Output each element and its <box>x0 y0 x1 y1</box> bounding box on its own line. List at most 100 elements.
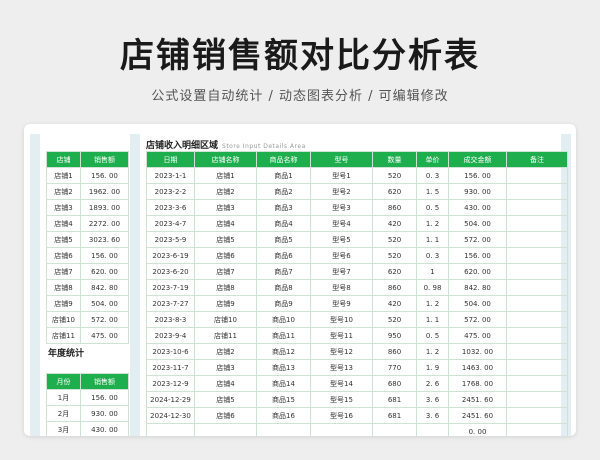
income-detail-cell[interactable] <box>506 407 568 424</box>
store-sales-cell[interactable]: 2272. 00 <box>80 215 129 232</box>
income-detail-cell[interactable]: 型号9 <box>310 295 373 312</box>
income-detail-cell[interactable]: 1. 2 <box>416 343 449 360</box>
store-sales-cell[interactable]: 店铺4 <box>46 215 81 232</box>
income-detail-cell[interactable]: 3. 6 <box>416 391 449 408</box>
monthly-sales-cell[interactable]: 1月 <box>46 389 81 406</box>
income-detail-cell[interactable]: 店铺4 <box>194 375 257 392</box>
store-sales-cell[interactable]: 店铺6 <box>46 247 81 264</box>
monthly-sales-cell[interactable]: 2月 <box>46 405 81 422</box>
income-detail-cell[interactable]: 504. 00 <box>448 295 507 312</box>
income-detail-cell[interactable]: 770 <box>372 359 417 376</box>
income-detail-cell[interactable]: 1. 5 <box>416 183 449 200</box>
income-detail-cell[interactable] <box>506 263 568 280</box>
income-detail-cell[interactable]: 0. 3 <box>416 167 449 184</box>
income-detail-cell[interactable] <box>194 423 257 436</box>
income-detail-cell[interactable]: 520 <box>372 167 417 184</box>
income-detail-cell[interactable]: 1. 1 <box>416 231 449 248</box>
income-detail-cell[interactable]: 156. 00 <box>448 247 507 264</box>
income-detail-cell[interactable] <box>506 359 568 376</box>
income-detail-cell[interactable]: 商品3 <box>256 199 311 216</box>
income-detail-cell[interactable] <box>506 247 568 264</box>
income-detail-cell[interactable]: 1. 9 <box>416 359 449 376</box>
income-detail-cell[interactable]: 店铺4 <box>194 215 257 232</box>
income-detail-cell[interactable]: 商品12 <box>256 343 311 360</box>
income-detail-cell[interactable]: 860 <box>372 279 417 296</box>
store-sales-cell[interactable]: 店铺8 <box>46 279 81 296</box>
income-detail-cell[interactable]: 商品14 <box>256 375 311 392</box>
income-detail-cell[interactable]: 店铺7 <box>194 263 257 280</box>
income-detail-cell[interactable]: 2. 6 <box>416 375 449 392</box>
income-detail-cell[interactable]: 2451. 60 <box>448 407 507 424</box>
income-detail-cell[interactable]: 2023-7-27 <box>146 295 195 312</box>
income-detail-cell[interactable] <box>506 311 568 328</box>
store-sales-cell[interactable]: 504. 00 <box>80 295 129 312</box>
income-detail-cell[interactable]: 572. 00 <box>448 311 507 328</box>
income-detail-cell[interactable]: 1032. 00 <box>448 343 507 360</box>
income-detail-cell[interactable]: 520 <box>372 311 417 328</box>
income-detail-cell[interactable]: 型号11 <box>310 327 373 344</box>
income-detail-cell[interactable]: 681 <box>372 391 417 408</box>
income-detail-cell[interactable]: 店铺2 <box>194 183 257 200</box>
income-detail-cell[interactable]: 店铺5 <box>194 391 257 408</box>
store-sales-cell[interactable]: 店铺7 <box>46 263 81 280</box>
income-detail-cell[interactable]: 型号7 <box>310 263 373 280</box>
income-detail-cell[interactable]: 商品7 <box>256 263 311 280</box>
income-detail-cell[interactable]: 2023-12-9 <box>146 375 195 392</box>
income-detail-cell[interactable]: 620 <box>372 263 417 280</box>
income-detail-cell[interactable]: 店铺2 <box>194 343 257 360</box>
income-detail-cell[interactable]: 商品6 <box>256 247 311 264</box>
income-detail-cell[interactable]: 商品8 <box>256 279 311 296</box>
income-detail-cell[interactable]: 572. 00 <box>448 231 507 248</box>
income-detail-cell[interactable]: 型号1 <box>310 167 373 184</box>
income-detail-cell[interactable]: 0. 98 <box>416 279 449 296</box>
store-sales-cell[interactable]: 1893. 00 <box>80 199 129 216</box>
income-detail-cell[interactable]: 店铺1 <box>194 167 257 184</box>
store-sales-cell[interactable]: 156. 00 <box>80 167 129 184</box>
income-detail-cell[interactable]: 店铺3 <box>194 359 257 376</box>
income-detail-cell[interactable]: 2451. 60 <box>448 391 507 408</box>
income-detail-cell[interactable]: 2023-11-7 <box>146 359 195 376</box>
income-detail-cell[interactable] <box>310 423 373 436</box>
income-detail-cell[interactable]: 商品2 <box>256 183 311 200</box>
income-detail-cell[interactable] <box>416 423 449 436</box>
income-detail-cell[interactable]: 420 <box>372 215 417 232</box>
income-detail-cell[interactable] <box>506 199 568 216</box>
income-detail-cell[interactable]: 620 <box>372 183 417 200</box>
income-detail-cell[interactable]: 型号10 <box>310 311 373 328</box>
income-detail-cell[interactable]: 1 <box>416 263 449 280</box>
income-detail-cell[interactable] <box>506 391 568 408</box>
income-detail-cell[interactable]: 950 <box>372 327 417 344</box>
income-detail-cell[interactable]: 430. 00 <box>448 199 507 216</box>
monthly-sales-cell[interactable]: 3月 <box>46 421 81 436</box>
income-detail-cell[interactable] <box>506 327 568 344</box>
income-detail-cell[interactable]: 店铺5 <box>194 231 257 248</box>
income-detail-cell[interactable]: 商品9 <box>256 295 311 312</box>
income-detail-cell[interactable]: 3. 6 <box>416 407 449 424</box>
income-detail-cell[interactable]: 0. 5 <box>416 327 449 344</box>
income-detail-cell[interactable]: 商品11 <box>256 327 311 344</box>
income-detail-cell[interactable]: 1. 1 <box>416 311 449 328</box>
income-detail-cell[interactable]: 930. 00 <box>448 183 507 200</box>
income-detail-cell[interactable]: 680 <box>372 375 417 392</box>
income-detail-cell[interactable] <box>506 375 568 392</box>
store-sales-cell[interactable]: 店铺1 <box>46 167 81 184</box>
store-sales-cell[interactable]: 1962. 00 <box>80 183 129 200</box>
income-detail-cell[interactable]: 店铺6 <box>194 407 257 424</box>
income-detail-cell[interactable]: 型号14 <box>310 375 373 392</box>
income-detail-cell[interactable]: 2023-2-2 <box>146 183 195 200</box>
store-sales-cell[interactable]: 572. 00 <box>80 311 129 328</box>
income-detail-cell[interactable]: 2023-4-7 <box>146 215 195 232</box>
income-detail-cell[interactable]: 商品4 <box>256 215 311 232</box>
income-detail-cell[interactable]: 2023-6-20 <box>146 263 195 280</box>
store-sales-cell[interactable]: 475. 00 <box>80 327 129 344</box>
income-detail-cell[interactable]: 店铺8 <box>194 279 257 296</box>
income-detail-cell[interactable]: 2024-12-29 <box>146 391 195 408</box>
monthly-sales-cell[interactable]: 430. 00 <box>80 421 129 436</box>
income-detail-cell[interactable]: 2023-6-19 <box>146 247 195 264</box>
income-detail-cell[interactable] <box>506 167 568 184</box>
income-detail-cell[interactable]: 681 <box>372 407 417 424</box>
income-detail-cell[interactable] <box>506 231 568 248</box>
store-sales-cell[interactable]: 店铺2 <box>46 183 81 200</box>
income-detail-cell[interactable]: 2023-9-4 <box>146 327 195 344</box>
income-detail-cell[interactable]: 店铺11 <box>194 327 257 344</box>
